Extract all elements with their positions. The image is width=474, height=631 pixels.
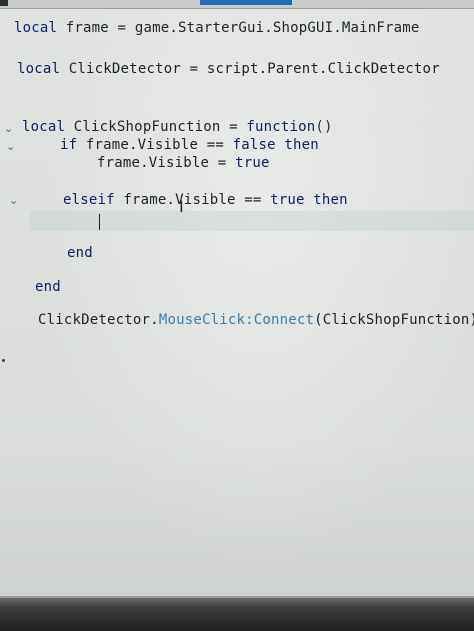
keyword: if xyxy=(60,137,78,153)
code-text: () xyxy=(315,119,333,135)
current-line-highlight xyxy=(30,211,474,231)
member-name: Connect xyxy=(253,312,315,328)
keyword: false xyxy=(232,137,276,153)
code-line-9[interactable]: ClickDetector.MouseClick:Connect(ClickSh… xyxy=(38,311,474,329)
keyword: local xyxy=(14,20,58,36)
code-text: ClickDetector. xyxy=(38,312,159,328)
code-line-5[interactable]: frame.Visible = true xyxy=(97,154,270,172)
member-name: MouseClick xyxy=(158,312,246,328)
script-editor[interactable]: local frame = game.StarterGui.ShopGUI.Ma… xyxy=(0,8,474,598)
keyword: true xyxy=(235,155,270,171)
code-line-7[interactable]: end xyxy=(67,244,93,262)
fold-arrow-icon[interactable]: ⌄ xyxy=(6,141,16,152)
fold-arrow-icon[interactable]: ⌄ xyxy=(4,123,14,134)
gutter-marker xyxy=(2,359,5,362)
code-line-3[interactable]: local ClickShopFunction = function() xyxy=(22,118,333,136)
keyword: true xyxy=(270,192,305,208)
monitor-bezel xyxy=(0,598,474,631)
code-text: (ClickShopFunction) xyxy=(314,312,474,328)
keyword: function xyxy=(246,119,316,135)
code-text: frame.Visible == xyxy=(77,137,233,153)
keyword: end xyxy=(67,245,93,261)
code-line-4[interactable]: if frame.Visible == false then xyxy=(60,136,319,154)
fold-arrow-icon[interactable]: ⌄ xyxy=(9,195,19,206)
code-line-1[interactable]: local frame = game.StarterGui.ShopGUI.Ma… xyxy=(14,19,420,37)
code-text: : xyxy=(245,312,254,328)
code-text: ClickDetector = script.Parent.ClickDetec… xyxy=(60,61,440,77)
keyword: then xyxy=(313,192,348,208)
keyword: end xyxy=(35,279,61,295)
active-tab-indicator[interactable] xyxy=(200,0,292,5)
code-line-8[interactable]: end xyxy=(35,278,61,296)
keyword: then xyxy=(284,137,319,153)
text-caret xyxy=(99,214,100,230)
code-text: frame.Visible == xyxy=(114,192,271,208)
code-text: ClickShopFunction = xyxy=(65,119,247,135)
keyword: local xyxy=(17,61,61,77)
keyword: elseif xyxy=(63,192,115,208)
code-line-6[interactable]: elseif frame.Visible == true then xyxy=(63,191,348,209)
window-corner xyxy=(0,0,8,6)
keyword: local xyxy=(22,119,66,135)
mouse-cursor-icon: I xyxy=(179,197,184,216)
code-text: frame = game.StarterGui.ShopGUI.MainFram… xyxy=(57,20,420,36)
code-line-2[interactable]: local ClickDetector = script.Parent.Clic… xyxy=(17,60,440,78)
code-text: frame.Visible = xyxy=(97,155,236,171)
